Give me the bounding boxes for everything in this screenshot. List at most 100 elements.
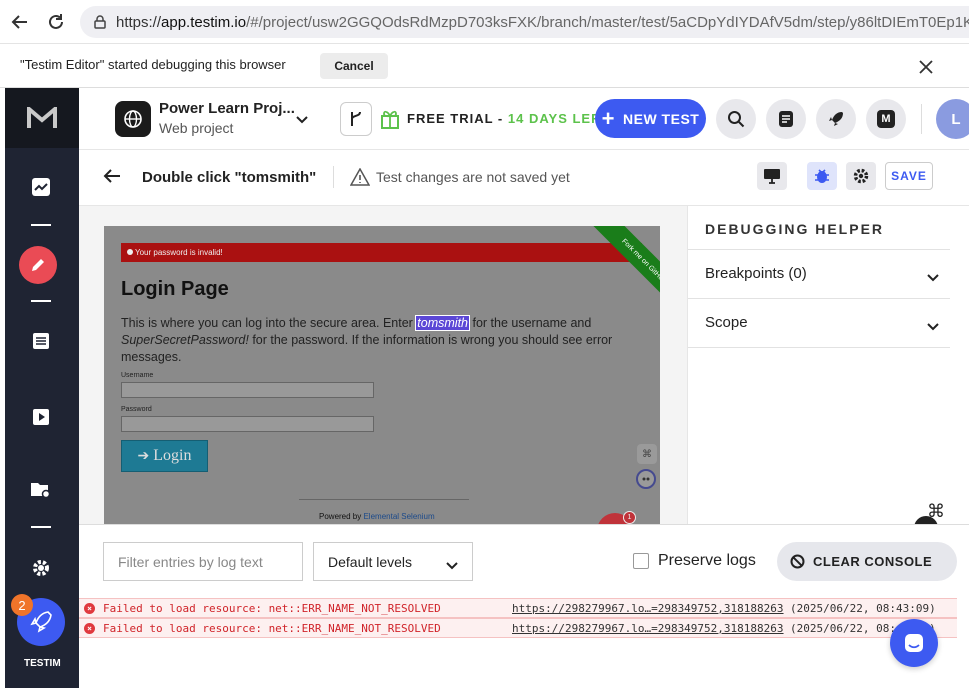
- app-header: Power Learn Proj... Web project FREE TRI…: [79, 88, 969, 150]
- testim-logo[interactable]: [5, 88, 79, 148]
- back-arrow-icon[interactable]: [103, 168, 121, 189]
- trial-days-left: 14 DAYS LEFT: [507, 111, 609, 126]
- intro-text-4: messages.: [121, 350, 182, 364]
- plus-icon: +: [601, 105, 615, 131]
- error-x-icon: ×: [84, 623, 95, 634]
- debugging-helper-title: DEBUGGING HELPER: [705, 221, 885, 237]
- assistant-face-icon[interactable]: [636, 469, 656, 489]
- left-sidebar: 2 TESTIM: [5, 88, 79, 688]
- folder-settings-icon[interactable]: [29, 478, 53, 502]
- test-list-icon[interactable]: [29, 329, 53, 353]
- github-ribbon: Fork me on GitHub: [586, 226, 660, 319]
- docs-icon[interactable]: [766, 99, 806, 139]
- globe-icon: [115, 101, 151, 137]
- powered-by-footer: Powered by Elemental Selenium: [319, 512, 435, 521]
- login-intro-text: This is where you can log into the secur…: [121, 315, 641, 366]
- elemental-selenium-link[interactable]: Elemental Selenium: [363, 512, 434, 521]
- trial-status: FREE TRIAL - 14 DAYS LEFT: [407, 111, 609, 126]
- login-label: Login: [153, 447, 192, 464]
- console-entry-source-link[interactable]: https://298279967.lo…=298349752,31818826…: [512, 602, 784, 615]
- error-circle-icon: [127, 249, 133, 255]
- console-entry: × Failed to load resource: net::ERR_NAME…: [79, 618, 957, 638]
- close-icon[interactable]: [919, 54, 933, 80]
- highlighted-username[interactable]: tomsmith: [415, 315, 470, 331]
- levels-dropdown[interactable]: Default levels: [313, 542, 473, 581]
- cancel-debugging-button[interactable]: Cancel: [320, 53, 388, 79]
- gear-icon[interactable]: [846, 162, 876, 190]
- warning-icon: [349, 167, 371, 191]
- sidebar-divider: [31, 224, 51, 226]
- back-arrow-icon[interactable]: [8, 10, 32, 34]
- step-header-divider: [333, 166, 334, 188]
- console-entry-time: (2025/06/22, 08:43:09): [790, 602, 936, 615]
- clear-console-label: CLEAR CONSOLE: [813, 554, 933, 569]
- sidebar-divider: [31, 300, 51, 302]
- username-input[interactable]: [121, 382, 374, 398]
- editor-pencil-icon[interactable]: [19, 246, 57, 284]
- brand-label: TESTIM: [24, 658, 61, 669]
- flash-error-banner: Your password is invalid!: [121, 243, 642, 262]
- debugging-helper-panel: DEBUGGING HELPER Breakpoints (0) Scope: [687, 206, 969, 524]
- console-entry-source-link[interactable]: https://298279967.lo…=298349752,31818826…: [512, 622, 784, 635]
- helper-divider: [688, 347, 950, 348]
- step-header: Double click "tomsmith" Test changes are…: [79, 150, 969, 206]
- announcements-rocket-icon[interactable]: [816, 99, 856, 139]
- page-screenshot: Your password is invalid! Fork me on Git…: [104, 226, 660, 524]
- debug-bug-icon[interactable]: [807, 162, 837, 190]
- dashboard-icon[interactable]: [29, 175, 53, 199]
- login-button[interactable]: ➔ Login: [121, 440, 208, 472]
- intro-text-1: This is where you can log into the secur…: [121, 316, 417, 330]
- branch-icon[interactable]: [340, 102, 372, 136]
- browser-toolbar: https://app.testim.io/#/project/usw2GGQO…: [0, 0, 969, 44]
- rocket-icon: [30, 611, 52, 633]
- debugging-notice-bar: "Testim Editor" started debugging this b…: [0, 44, 969, 88]
- settings-gear-icon[interactable]: [29, 556, 53, 580]
- search-icon[interactable]: [716, 99, 756, 139]
- user-avatar[interactable]: L: [936, 99, 969, 139]
- site-info-icon[interactable]: [92, 14, 108, 30]
- block-icon: [790, 554, 805, 569]
- chevron-down-icon[interactable]: [295, 112, 309, 130]
- trial-label: FREE TRIAL -: [407, 111, 508, 126]
- intro-text-3: for the password. If the information is …: [248, 333, 613, 347]
- filter-input[interactable]: Filter entries by log text: [103, 542, 303, 581]
- address-bar[interactable]: https://app.testim.io/#/project/usw2GGQO…: [80, 6, 969, 38]
- footer-prefix: Powered by: [319, 512, 364, 521]
- monitor-icon[interactable]: [757, 162, 787, 190]
- save-button[interactable]: SAVE: [885, 162, 933, 190]
- project-name[interactable]: Power Learn Proj...: [159, 100, 295, 117]
- chevron-down-icon: [446, 557, 458, 573]
- debugging-notice-text: "Testim Editor" started debugging this b…: [20, 57, 286, 72]
- sign-in-icon: ➔: [137, 448, 150, 464]
- intro-password: SuperSecretPassword!: [121, 333, 249, 347]
- testim-m-icon[interactable]: M: [866, 99, 906, 139]
- error-x-icon: ×: [84, 603, 95, 614]
- new-test-button[interactable]: + NEW TEST: [595, 99, 706, 138]
- chevron-down-icon: [927, 318, 939, 336]
- console-entry-message: Failed to load resource: net::ERR_NAME_N…: [103, 602, 441, 615]
- clear-console-button[interactable]: CLEAR CONSOLE: [777, 542, 957, 581]
- preserve-logs-checkbox[interactable]: [633, 553, 649, 569]
- url-text: https://app.testim.io/#/project/usw2GGQO…: [116, 13, 969, 31]
- chevron-down-icon: [927, 269, 939, 287]
- password-label: Password: [121, 406, 152, 413]
- new-test-label: NEW TEST: [623, 110, 700, 127]
- support-chat-button[interactable]: [890, 619, 938, 667]
- breakpoints-section[interactable]: Breakpoints (0): [688, 250, 950, 298]
- command-icon[interactable]: ⌘: [637, 444, 657, 464]
- reload-icon[interactable]: [44, 10, 68, 34]
- runs-play-icon[interactable]: [29, 405, 53, 429]
- unsaved-warning-text: Test changes are not saved yet: [376, 169, 570, 185]
- project-type: Web project: [159, 120, 234, 136]
- header-divider: [921, 104, 922, 134]
- console-panel: Filter entries by log text Default level…: [79, 524, 969, 688]
- scope-section[interactable]: Scope: [688, 299, 950, 347]
- footer-divider: [299, 499, 469, 500]
- preserve-logs-label: Preserve logs: [658, 552, 756, 569]
- chat-icon: [905, 634, 923, 652]
- intro-text-2: for the username and: [469, 316, 592, 330]
- sidebar-divider: [31, 526, 51, 528]
- gift-icon: [379, 108, 401, 135]
- login-heading: Login Page: [121, 278, 229, 300]
- password-input[interactable]: [121, 416, 374, 432]
